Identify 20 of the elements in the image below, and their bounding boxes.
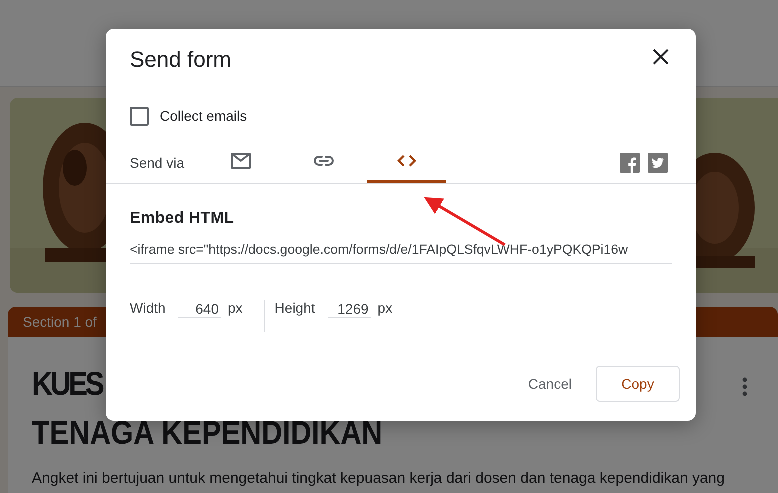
embed-heading: Embed HTML xyxy=(130,210,236,228)
checkbox-label: Collect emails xyxy=(160,108,248,124)
form-title-line: TENAGA KEPENDIDIKAN xyxy=(32,413,383,453)
copy-button[interactable]: Copy xyxy=(596,366,680,402)
unit-label: px xyxy=(228,300,243,316)
unit-label: px xyxy=(378,300,393,316)
dialog-title: Send form xyxy=(130,47,232,73)
send-via-label: Send via xyxy=(130,154,186,170)
collect-emails-checkbox[interactable] xyxy=(130,106,149,126)
embed-code-field[interactable]: <iframe src="https://docs.google.com/forms/d/e/1FAIpQLSfqvLWHF-o1yPQKQPi16w xyxy=(130,239,672,264)
form-description: Angket ini bertujuan untuk mengetahui tingkat kepuasan kerja dari dosen dan tenaga kependidikan yang xyxy=(32,470,726,487)
width-field[interactable]: 640 xyxy=(178,298,221,318)
height-field[interactable]: 1269 xyxy=(328,298,371,318)
twitter-icon[interactable] xyxy=(648,152,668,172)
more-icon[interactable] xyxy=(742,377,748,397)
facebook-icon[interactable] xyxy=(620,152,640,172)
form-title-line: KUES xyxy=(32,364,102,404)
width-label: Width xyxy=(130,300,167,316)
close-icon[interactable] xyxy=(652,48,670,66)
height-label: Height xyxy=(274,300,316,316)
